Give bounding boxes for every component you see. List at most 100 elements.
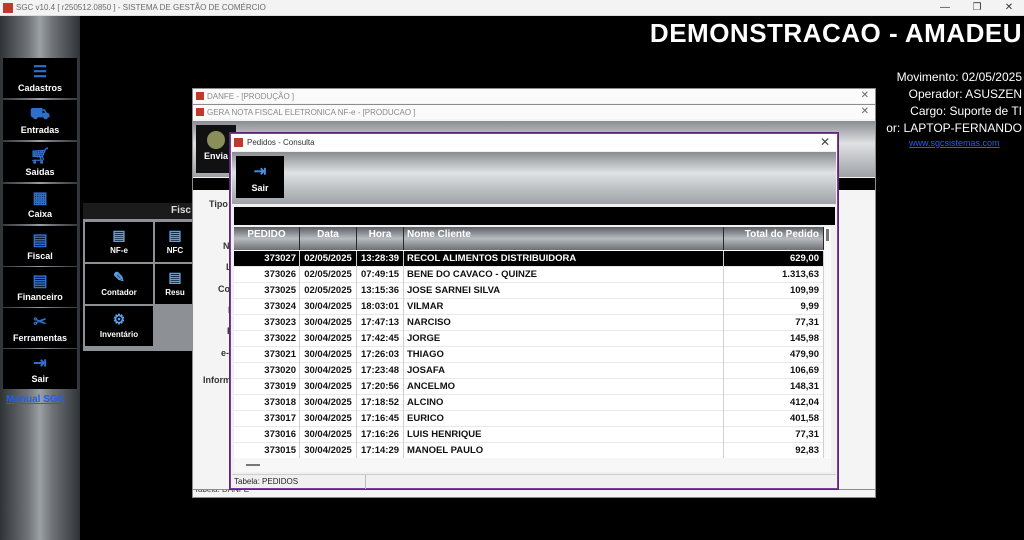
table-row[interactable]: 373018 30/04/2025 17:18:52 ALCINO 412,04: [234, 395, 824, 411]
cell-nome-cliente: EURICO: [404, 411, 724, 427]
cell-nome-cliente: ALCINO: [404, 395, 724, 411]
horizontal-scrollbar[interactable]: [234, 458, 831, 472]
cell-hora: 13:28:39: [357, 251, 404, 267]
cell-pedido: 373019: [234, 379, 300, 395]
enviar-label: Envia: [203, 151, 228, 161]
column-header-total[interactable]: Total do Pedido: [724, 227, 824, 250]
sidebar-item-label: Cadastros: [17, 83, 62, 93]
fiscal-tile-nfe[interactable]: ▤ NF-e: [85, 222, 153, 262]
table-row[interactable]: 373017 30/04/2025 17:16:45 EURICO 401,58: [234, 411, 824, 427]
column-header-hora[interactable]: Hora: [357, 227, 404, 250]
danfe-close-button[interactable]: ✕: [861, 90, 869, 101]
fiscal-tile-label: Contador: [101, 288, 137, 297]
cell-nome-cliente: MANOEL PAULO: [404, 443, 724, 459]
sidebar-item-fiscal[interactable]: ▤ Fiscal: [3, 226, 77, 266]
table-row[interactable]: 373024 30/04/2025 18:03:01 VILMAR 9,99: [234, 299, 824, 315]
sidebar-item-cadastros[interactable]: ☰ Cadastros: [3, 58, 77, 98]
cell-nome-cliente: LUIS HENRIQUE: [404, 427, 724, 443]
table-row[interactable]: 373022 30/04/2025 17:42:45 JORGE 145,98: [234, 331, 824, 347]
table-row[interactable]: 373020 30/04/2025 17:23:48 JOSAFA 106,69: [234, 363, 824, 379]
servidor-info: or: LAPTOP-FERNANDO: [886, 121, 1022, 135]
cell-nome-cliente: RECOL ALIMENTOS DISTRIBUIDORA: [404, 251, 724, 267]
cell-pedido: 373016: [234, 427, 300, 443]
cell-total: 401,58: [724, 411, 824, 427]
fiscal-tile-inventario[interactable]: ⚙ Inventário: [85, 306, 153, 346]
cell-nome-cliente: ANCELMO: [404, 379, 724, 395]
cell-nome-cliente: JOSE SARNEI SILVA: [404, 283, 724, 299]
gera-nfe-close-button[interactable]: ✕: [861, 106, 869, 117]
website-link[interactable]: www.sgcsistemas.com: [909, 138, 1000, 148]
table-row[interactable]: 373016 30/04/2025 17:16:26 LUIS HENRIQUE 77,…: [234, 427, 824, 443]
fiscal-tile-label: NFC: [166, 246, 184, 255]
scroll-thumb[interactable]: [246, 464, 260, 466]
cell-pedido: 373021: [234, 347, 300, 363]
cell-hora: 17:26:03: [357, 347, 404, 363]
maximize-button[interactable]: ❐: [962, 0, 992, 16]
cell-hora: 17:18:52: [357, 395, 404, 411]
cell-hora: 07:49:15: [357, 267, 404, 283]
close-button[interactable]: ✕: [994, 0, 1024, 16]
exit-door-icon: ⇥: [253, 163, 267, 180]
tools-icon: ✂: [33, 314, 47, 331]
sidebar-item-saidas[interactable]: 🛒︎ Saidas: [3, 142, 77, 182]
column-header-nome-cliente[interactable]: Nome Cliente: [404, 227, 724, 250]
cell-total: 629,00: [724, 251, 824, 267]
sidebar-item-entradas[interactable]: ⛟ Entradas: [3, 100, 77, 140]
cell-nome-cliente: NARCISO: [404, 315, 724, 331]
pedidos-consulta-window: Pedidos - Consulta ✕ ⇥ Sair PEDIDO Data …: [230, 133, 838, 489]
table-row[interactable]: 373023 30/04/2025 17:47:13 NARCISO 77,31: [234, 315, 824, 331]
gera-nfe-title: GERA NOTA FISCAL ELETRONICA NF-e - [PROD…: [207, 107, 416, 117]
cargo-info: Cargo: Suporte de TI: [910, 104, 1022, 118]
field-label-tipo: Tipo: [209, 199, 228, 209]
cell-pedido: 373023: [234, 315, 300, 331]
inventario-icon: ⚙: [112, 311, 126, 327]
sidebar-item-sair[interactable]: ⇥ Sair: [3, 349, 77, 389]
cell-total: 92,83: [724, 443, 824, 459]
sidebar: ☰ Cadastros ⛟ Entradas 🛒︎ Saidas ▦ Caixa…: [0, 16, 80, 540]
app-icon: [3, 2, 13, 13]
sidebar-item-financeiro[interactable]: ▤ Financeiro: [3, 267, 77, 307]
column-header-pedido[interactable]: PEDIDO: [234, 227, 300, 250]
sidebar-item-label: Sair: [31, 374, 49, 384]
scroll-thumb[interactable]: [826, 229, 829, 241]
table-row[interactable]: 373027 02/05/2025 13:28:39 RECOL ALIMENTOS …: [234, 251, 824, 267]
cell-pedido: 373018: [234, 395, 300, 411]
cell-total: 77,31: [724, 315, 824, 331]
cell-data: 30/04/2025: [300, 411, 357, 427]
search-strip: [234, 207, 835, 225]
cell-data: 30/04/2025: [300, 395, 357, 411]
cell-pedido: 373020: [234, 363, 300, 379]
sair-button[interactable]: ⇥ Sair: [236, 156, 284, 198]
cell-total: 9,99: [724, 299, 824, 315]
operador-info: Operador: ASUSZEN: [908, 87, 1022, 101]
cell-hora: 17:16:45: [357, 411, 404, 427]
sidebar-item-ferramentas[interactable]: ✂ Ferramentas: [3, 308, 77, 348]
fiscal-panel: Fisc ▤ NF-e ▤ NFC ✎ Contador ▤ Resu ⚙ In…: [83, 203, 195, 351]
cell-pedido: 373017: [234, 411, 300, 427]
pedidos-close-button[interactable]: ✕: [820, 135, 830, 149]
table-row[interactable]: 373015 30/04/2025 17:14:29 MANOEL PAULO 92,8…: [234, 443, 824, 459]
column-header-data[interactable]: Data: [300, 227, 357, 250]
cell-data: 02/05/2025: [300, 251, 357, 267]
minimize-button[interactable]: —: [930, 0, 960, 16]
sidebar-item-caixa[interactable]: ▦ Caixa: [3, 184, 77, 224]
manual-sgc-link[interactable]: Manual SGC: [6, 394, 65, 405]
cell-hora: 13:15:36: [357, 283, 404, 299]
cell-pedido: 373015: [234, 443, 300, 459]
table-row[interactable]: 373021 30/04/2025 17:26:03 THIAGO 479,90: [234, 347, 824, 363]
fiscal-tile-contador[interactable]: ✎ Contador: [85, 264, 153, 304]
table-row[interactable]: 373026 02/05/2025 07:49:15 BENE DO CAVACO -…: [234, 267, 824, 283]
sair-label: Sair: [251, 183, 269, 193]
table-row[interactable]: 373025 02/05/2025 13:15:36 JOSE SARNEI SILV…: [234, 283, 824, 299]
fiscal-tile-nfc[interactable]: ▤ NFC: [155, 222, 195, 262]
table-row[interactable]: 373019 30/04/2025 17:20:56 ANCELMO 148,31: [234, 379, 824, 395]
cell-nome-cliente: BENE DO CAVACO - QUINZE: [404, 267, 724, 283]
app-icon: [196, 92, 204, 100]
vertical-scrollbar[interactable]: [824, 227, 831, 457]
cell-data: 30/04/2025: [300, 379, 357, 395]
fiscal-tile-label: NF-e: [110, 246, 128, 255]
sidebar-item-label: Saidas: [25, 167, 55, 177]
fiscal-tile-resumo[interactable]: ▤ Resu: [155, 264, 195, 304]
cell-hora: 17:14:29: [357, 443, 404, 459]
field-label-informacoes: Inform: [203, 375, 231, 385]
